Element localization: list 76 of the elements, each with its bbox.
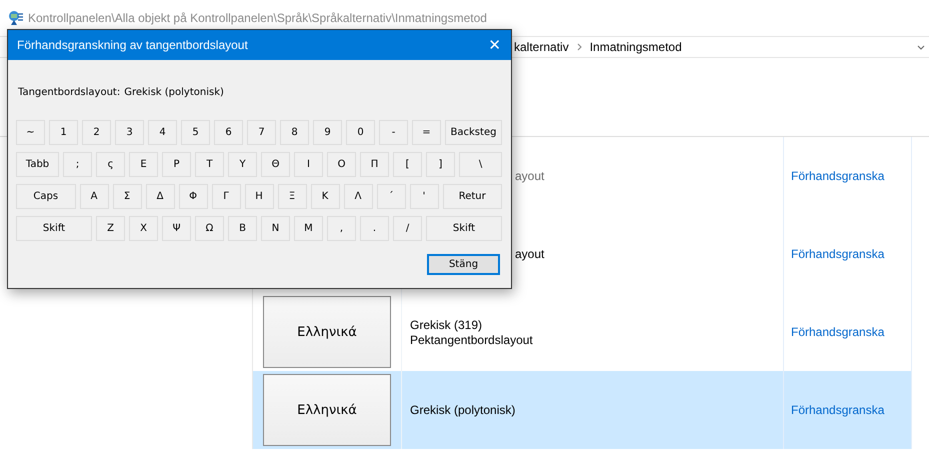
keyboard-key[interactable]: Δ	[146, 184, 174, 209]
keyboard-key[interactable]: 9	[313, 120, 342, 145]
keyboard-key[interactable]: Κ	[310, 184, 340, 209]
preview-link[interactable]: Förhandsgranska	[791, 403, 884, 417]
layout-name: Grekisk (polytonisk)	[410, 403, 516, 417]
keyboard-key[interactable]: Ω	[195, 216, 224, 241]
keyboard-key[interactable]: 3	[115, 120, 144, 145]
keyboard-key[interactable]: Ν	[261, 216, 290, 241]
layout-name: ayout	[515, 247, 546, 261]
control-panel-icon	[8, 10, 24, 26]
keyboard-key[interactable]: ,	[327, 216, 356, 241]
layout-preview-tile: Ελληνικά	[263, 374, 391, 446]
layout-name: ayout	[515, 169, 546, 183]
keyboard-key[interactable]: 0	[346, 120, 375, 145]
keyboard-key[interactable]: \	[459, 152, 502, 177]
keyboard-key[interactable]: 2	[82, 120, 111, 145]
keyboard-key[interactable]: Ψ	[162, 216, 191, 241]
keyboard-key[interactable]: 5	[181, 120, 210, 145]
keyboard-key[interactable]: Φ	[178, 184, 208, 209]
keyboard-key[interactable]: ;	[63, 152, 92, 177]
dialog-title: Förhandsgranskning av tangentbordslayout	[17, 38, 249, 52]
keyboard-key[interactable]: Α	[80, 184, 108, 209]
keyboard-key[interactable]: Π	[360, 152, 389, 177]
keyboard-key[interactable]: Σ	[112, 184, 142, 209]
keyboard-key[interactable]: Τ	[195, 152, 224, 177]
keyboard-key[interactable]: Ο	[327, 152, 356, 177]
layout-value: Grekisk (polytonisk)	[124, 87, 224, 98]
breadcrumb-item[interactable]: kalternativ	[514, 40, 569, 54]
keyboard-key[interactable]: .	[360, 216, 389, 241]
keyboard-key[interactable]: Ζ	[96, 216, 125, 241]
close-dialog-button[interactable]: Stäng	[427, 254, 500, 275]
layout-label: Tangentbordslayout:	[18, 87, 120, 98]
close-button[interactable]: ✕	[486, 36, 503, 54]
keyboard-key[interactable]: Ι	[294, 152, 323, 177]
keyboard-key[interactable]: Skift	[16, 216, 92, 241]
layout-row[interactable]: Ελληνικά Grekisk (319) Pektangentbordslayout Förhandsgranska	[253, 293, 912, 371]
keyboard-key[interactable]: 4	[148, 120, 177, 145]
keyboard-key[interactable]: '	[410, 184, 438, 209]
keyboard-key[interactable]: [	[393, 152, 422, 177]
keyboard-key[interactable]: Λ	[344, 184, 372, 209]
dropdown-icon[interactable]	[917, 44, 925, 50]
keyboard-key[interactable]: Υ	[228, 152, 257, 177]
keyboard-key[interactable]: Χ	[129, 216, 158, 241]
keyboard-key[interactable]: Caps	[16, 184, 76, 209]
keyboard-key[interactable]: ]	[426, 152, 455, 177]
layout-name: Grekisk (319)	[410, 318, 484, 332]
layout-row[interactable]: Ελληνικά Grekisk (polytonisk) Förhandsgranska	[253, 371, 912, 449]
keyboard-key[interactable]: ς	[96, 152, 125, 177]
keyboard-key[interactable]: Skift	[426, 216, 502, 241]
keyboard-key[interactable]: Ε	[129, 152, 158, 177]
keyboard-key[interactable]: Μ	[294, 216, 323, 241]
keyboard-key[interactable]: 7	[247, 120, 276, 145]
keyboard-key[interactable]: Ρ	[162, 152, 191, 177]
keyboard-key[interactable]: Θ	[261, 152, 290, 177]
keyboard-key[interactable]: 8	[280, 120, 309, 145]
keyboard-key[interactable]: 1	[49, 120, 78, 145]
breadcrumb-item[interactable]: Inmatningsmetod	[590, 40, 682, 54]
keyboard-key[interactable]: 6	[214, 120, 243, 145]
keyboard-key[interactable]: =	[412, 120, 441, 145]
preview-link[interactable]: Förhandsgranska	[791, 325, 884, 339]
chevron-icon	[576, 43, 582, 51]
keyboard-key[interactable]: Γ	[212, 184, 240, 209]
keyboard-key[interactable]: Ξ	[278, 184, 306, 209]
preview-link[interactable]: Förhandsgranska	[791, 247, 884, 261]
keyboard-key[interactable]: ΄	[376, 184, 406, 209]
layout-preview-tile: Ελληνικά	[263, 296, 391, 368]
keyboard-key[interactable]: Β	[228, 216, 257, 241]
keyboard-key[interactable]: Backsteg	[445, 120, 502, 145]
keyboard-key[interactable]: ~	[16, 120, 45, 145]
layout-name: Pektangentbordslayout	[410, 332, 534, 346]
keyboard-key[interactable]: Retur	[442, 184, 502, 209]
keyboard-key[interactable]: /	[393, 216, 422, 241]
keyboard-key[interactable]: Tabb	[16, 152, 59, 177]
keyboard-key[interactable]: -	[379, 120, 408, 145]
keyboard-key[interactable]: Η	[244, 184, 274, 209]
window-path: Kontrollpanelen\Alla objekt på Kontrollpanelen\Språk\Språkalternativ\Inmatningsmetod	[28, 11, 487, 25]
